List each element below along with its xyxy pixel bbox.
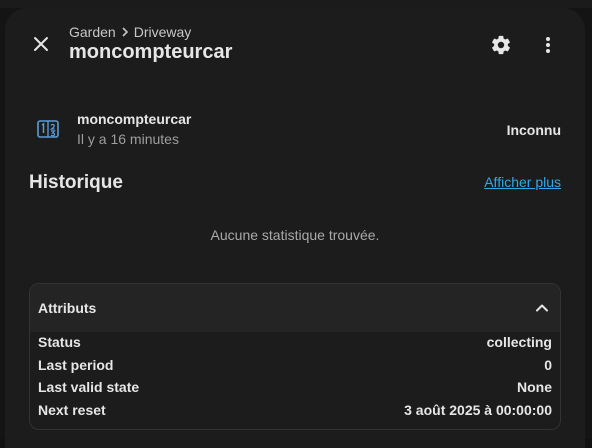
- counter-icon: [37, 120, 59, 138]
- attribute-value: None: [517, 379, 552, 396]
- dialog-header: Garden Driveway moncompteurcar: [5, 8, 585, 80]
- attributes-panel: Attributs Status collecting Last period …: [29, 283, 561, 430]
- attribute-value: 3 août 2025 à 00:00:00: [404, 402, 552, 419]
- empty-statistics-message: Aucune statistique trouvée.: [210, 227, 380, 243]
- entity-last-changed: Il y a 16 minutes: [77, 131, 179, 147]
- gear-icon: [492, 35, 510, 55]
- attribute-value: 0: [544, 356, 552, 373]
- background-strip: [0, 0, 592, 8]
- breadcrumb-device[interactable]: Driveway: [134, 24, 192, 40]
- entity-row[interactable]: moncompteurcar Il y a 16 minutes Inconnu: [29, 108, 565, 152]
- chevron-right-icon: [122, 27, 128, 37]
- attribute-key: Last valid state: [38, 379, 140, 396]
- chevron-up-icon: [536, 304, 548, 312]
- entity-name: moncompteurcar: [77, 111, 192, 127]
- breadcrumb-area[interactable]: Garden: [69, 24, 116, 40]
- attribute-row: Last period 0: [30, 357, 560, 380]
- dialog-title: moncompteurcar: [69, 41, 233, 63]
- attribute-key: Status: [38, 334, 81, 350]
- attribute-key: Next reset: [38, 402, 106, 419]
- more-info-dialog: Garden Driveway moncompteurcar moncompte…: [5, 8, 585, 448]
- close-button[interactable]: [25, 30, 57, 58]
- attribute-key: Last period: [38, 356, 114, 373]
- dots-vertical-icon: [546, 37, 550, 53]
- show-more-link[interactable]: Afficher plus: [484, 174, 561, 190]
- breadcrumb: Garden Driveway: [69, 24, 191, 40]
- attribute-row: Last valid state None: [30, 379, 560, 402]
- settings-button[interactable]: [487, 32, 515, 58]
- attribute-value: collecting: [486, 334, 552, 350]
- history-heading: Historique: [29, 172, 123, 193]
- attribute-row: Next reset 3 août 2025 à 00:00:00: [30, 402, 560, 425]
- more-options-button[interactable]: [536, 32, 560, 58]
- attributes-list: Status collecting Last period 0 Last val…: [30, 334, 560, 425]
- attribute-row: Status collecting: [30, 334, 560, 357]
- attributes-title: Attributs: [38, 300, 97, 316]
- entity-state: Inconnu: [506, 122, 561, 138]
- attributes-expander-header[interactable]: Attributs: [30, 284, 560, 332]
- close-icon: [34, 37, 48, 51]
